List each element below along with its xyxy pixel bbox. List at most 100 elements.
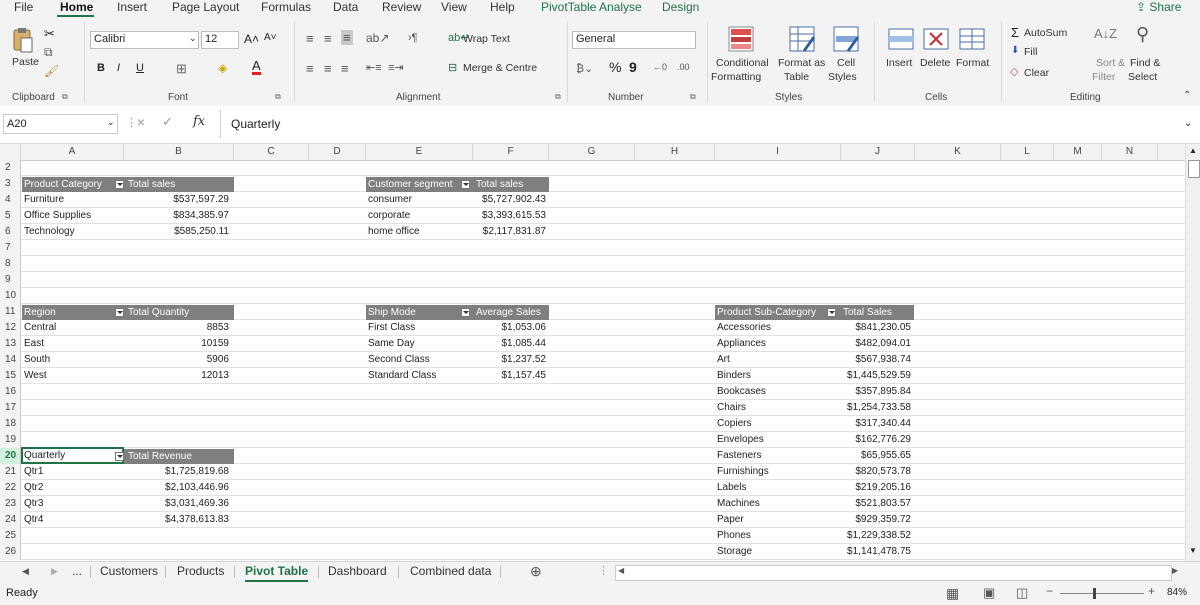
pivot-value[interactable]: $317,340.44 <box>831 416 911 432</box>
underline-button[interactable]: U <box>136 62 144 74</box>
scroll-thumb[interactable] <box>1188 160 1200 178</box>
row-header[interactable]: 13 <box>0 336 20 352</box>
enter-icon[interactable]: ✓ <box>162 114 173 130</box>
column-header[interactable]: C <box>234 144 309 160</box>
add-sheet-icon[interactable]: ⊕ <box>530 563 542 580</box>
expand-formula-bar-icon[interactable]: ⌄ <box>1184 118 1192 129</box>
horizontal-scrollbar[interactable] <box>615 565 1172 581</box>
format-as-table-label-2[interactable]: Table <box>784 71 809 83</box>
row-header[interactable]: 25 <box>0 528 20 544</box>
row-header[interactable]: 3 <box>0 176 20 192</box>
pivot-row-label[interactable]: Second Class <box>368 352 430 368</box>
pivot-value[interactable]: $1,725,819.68 <box>124 464 229 480</box>
row-header[interactable]: 7 <box>0 240 20 256</box>
filter-dropdown-button[interactable] <box>461 308 470 317</box>
pivot-row-label[interactable]: Paper <box>717 512 744 528</box>
pivot-row-label[interactable]: Binders <box>717 368 751 384</box>
row-header[interactable]: 2 <box>0 160 20 176</box>
pivot-value[interactable]: $357,895.84 <box>831 384 911 400</box>
filter-dropdown-button[interactable] <box>115 180 124 189</box>
pivot-row-label[interactable]: Machines <box>717 496 760 512</box>
pivot-value[interactable]: $3,031,469.36 <box>124 496 229 512</box>
vertical-scrollbar[interactable]: ▲ ▼ <box>1185 144 1200 561</box>
bold-button[interactable]: B <box>97 62 105 74</box>
pivot-value[interactable]: 5906 <box>124 352 229 368</box>
cell-styles-icon[interactable] <box>833 26 859 52</box>
pivot-row-label[interactable]: Furnishings <box>717 464 769 480</box>
conditional-formatting-label-1[interactable]: Conditional <box>716 57 769 69</box>
format-painter-icon[interactable]: 🖌 <box>44 64 59 78</box>
decrease-indent-icon[interactable]: ⇤≡ <box>366 61 382 74</box>
align-center-icon[interactable]: ≡ <box>324 61 332 76</box>
column-header[interactable]: I <box>715 144 841 160</box>
column-header[interactable]: N <box>1102 144 1158 160</box>
sort-filter-label-2[interactable]: Filter <box>1092 71 1115 83</box>
decrease-font-icon[interactable]: A˅ <box>264 32 277 43</box>
pivot-value[interactable]: $1,085.44 <box>473 336 547 352</box>
delete-cells-button[interactable]: Delete <box>920 57 950 69</box>
dialog-launcher-icon[interactable]: ⧉ <box>690 92 696 102</box>
pivot-row-label[interactable]: Qtr3 <box>24 496 43 512</box>
insert-function-button[interactable]: fx <box>193 114 205 129</box>
column-header[interactable]: K <box>915 144 1001 160</box>
increase-font-icon[interactable]: A˄ <box>244 32 259 46</box>
insert-cells-icon[interactable] <box>888 27 914 51</box>
pivot-value[interactable]: $567,938.74 <box>831 352 911 368</box>
menu-help[interactable]: Help <box>490 0 515 15</box>
paste-icon[interactable] <box>12 26 34 54</box>
row-header[interactable]: 22 <box>0 480 20 496</box>
merge-centre-icon[interactable]: ⊟ <box>448 61 457 74</box>
pivot-value[interactable]: $1,229,338.52 <box>831 528 911 544</box>
dialog-launcher-icon[interactable]: ⧉ <box>62 92 68 102</box>
pivot-row-label[interactable]: Qtr2 <box>24 480 43 496</box>
cut-icon[interactable]: ✂ <box>44 26 55 42</box>
row-header[interactable]: 12 <box>0 320 20 336</box>
pivot-row-label[interactable]: Labels <box>717 480 746 496</box>
fill-icon[interactable]: ⬇ <box>1011 45 1019 56</box>
pivot-value[interactable]: $585,250.11 <box>124 224 229 240</box>
sort-filter-label-1[interactable]: Sort & <box>1096 57 1125 69</box>
cell-styles-label-1[interactable]: Cell <box>837 57 855 69</box>
cancel-icon[interactable]: × <box>137 114 145 130</box>
align-right-icon[interactable]: ≡ <box>341 61 349 76</box>
menu-data[interactable]: Data <box>333 0 358 15</box>
fill-color-icon[interactable]: ◈ <box>218 61 227 75</box>
more-sheets-button[interactable]: ... <box>72 562 82 582</box>
sort-filter-icon[interactable]: A↓Z <box>1094 26 1117 41</box>
sheet-tab-combined-data[interactable]: Combined data <box>410 562 491 582</box>
row-header[interactable]: 19 <box>0 432 20 448</box>
pivot-value[interactable]: $1,157.45 <box>473 368 547 384</box>
filter-dropdown-button[interactable] <box>827 308 836 317</box>
row-header[interactable]: 18 <box>0 416 20 432</box>
align-middle-icon[interactable]: ≡ <box>324 31 332 46</box>
pivot-row-label[interactable]: Storage <box>717 544 752 560</box>
zoom-level[interactable]: 84% <box>1167 587 1187 598</box>
format-as-table-icon[interactable] <box>789 26 815 52</box>
pivot-value[interactable]: $3,393,615.53 <box>473 208 546 224</box>
zoom-in-icon[interactable]: + <box>1148 584 1155 598</box>
pivot-row-label[interactable]: Copiers <box>717 416 751 432</box>
menu-insert[interactable]: Insert <box>117 0 147 15</box>
column-header[interactable]: F <box>473 144 549 160</box>
pivot-value[interactable]: $1,445,529.59 <box>831 368 911 384</box>
sheet-tab-pivot-table[interactable]: Pivot Table <box>245 562 308 582</box>
pivot-value[interactable]: $1,237.52 <box>473 352 547 368</box>
paste-button[interactable]: Paste <box>12 56 39 68</box>
zoom-out-icon[interactable]: − <box>1046 584 1053 598</box>
filter-dropdown-button[interactable] <box>461 180 470 189</box>
pivot-row-label[interactable]: Fasteners <box>717 448 761 464</box>
row-header[interactable]: 4 <box>0 192 20 208</box>
menu-pivottable-analyse[interactable]: PivotTable Analyse <box>541 0 642 15</box>
row-header[interactable]: 15 <box>0 368 20 384</box>
pivot-value[interactable]: $834,385.97 <box>124 208 229 224</box>
pivot-row-label[interactable]: First Class <box>368 320 415 336</box>
autosum-button[interactable]: AutoSum <box>1024 27 1067 39</box>
pivot-value[interactable]: $929,359.72 <box>831 512 911 528</box>
insert-cells-button[interactable]: Insert <box>886 57 912 69</box>
pivot-value[interactable]: $65,955.65 <box>831 448 911 464</box>
accounting-format-icon[interactable]: ₿⌄ <box>576 62 593 75</box>
pivot-value[interactable]: 12013 <box>124 368 229 384</box>
menu-page-layout[interactable]: Page Layout <box>172 0 239 15</box>
zoom-slider-thumb[interactable] <box>1093 588 1096 599</box>
decrease-decimal-icon[interactable]: .00 <box>677 62 690 72</box>
